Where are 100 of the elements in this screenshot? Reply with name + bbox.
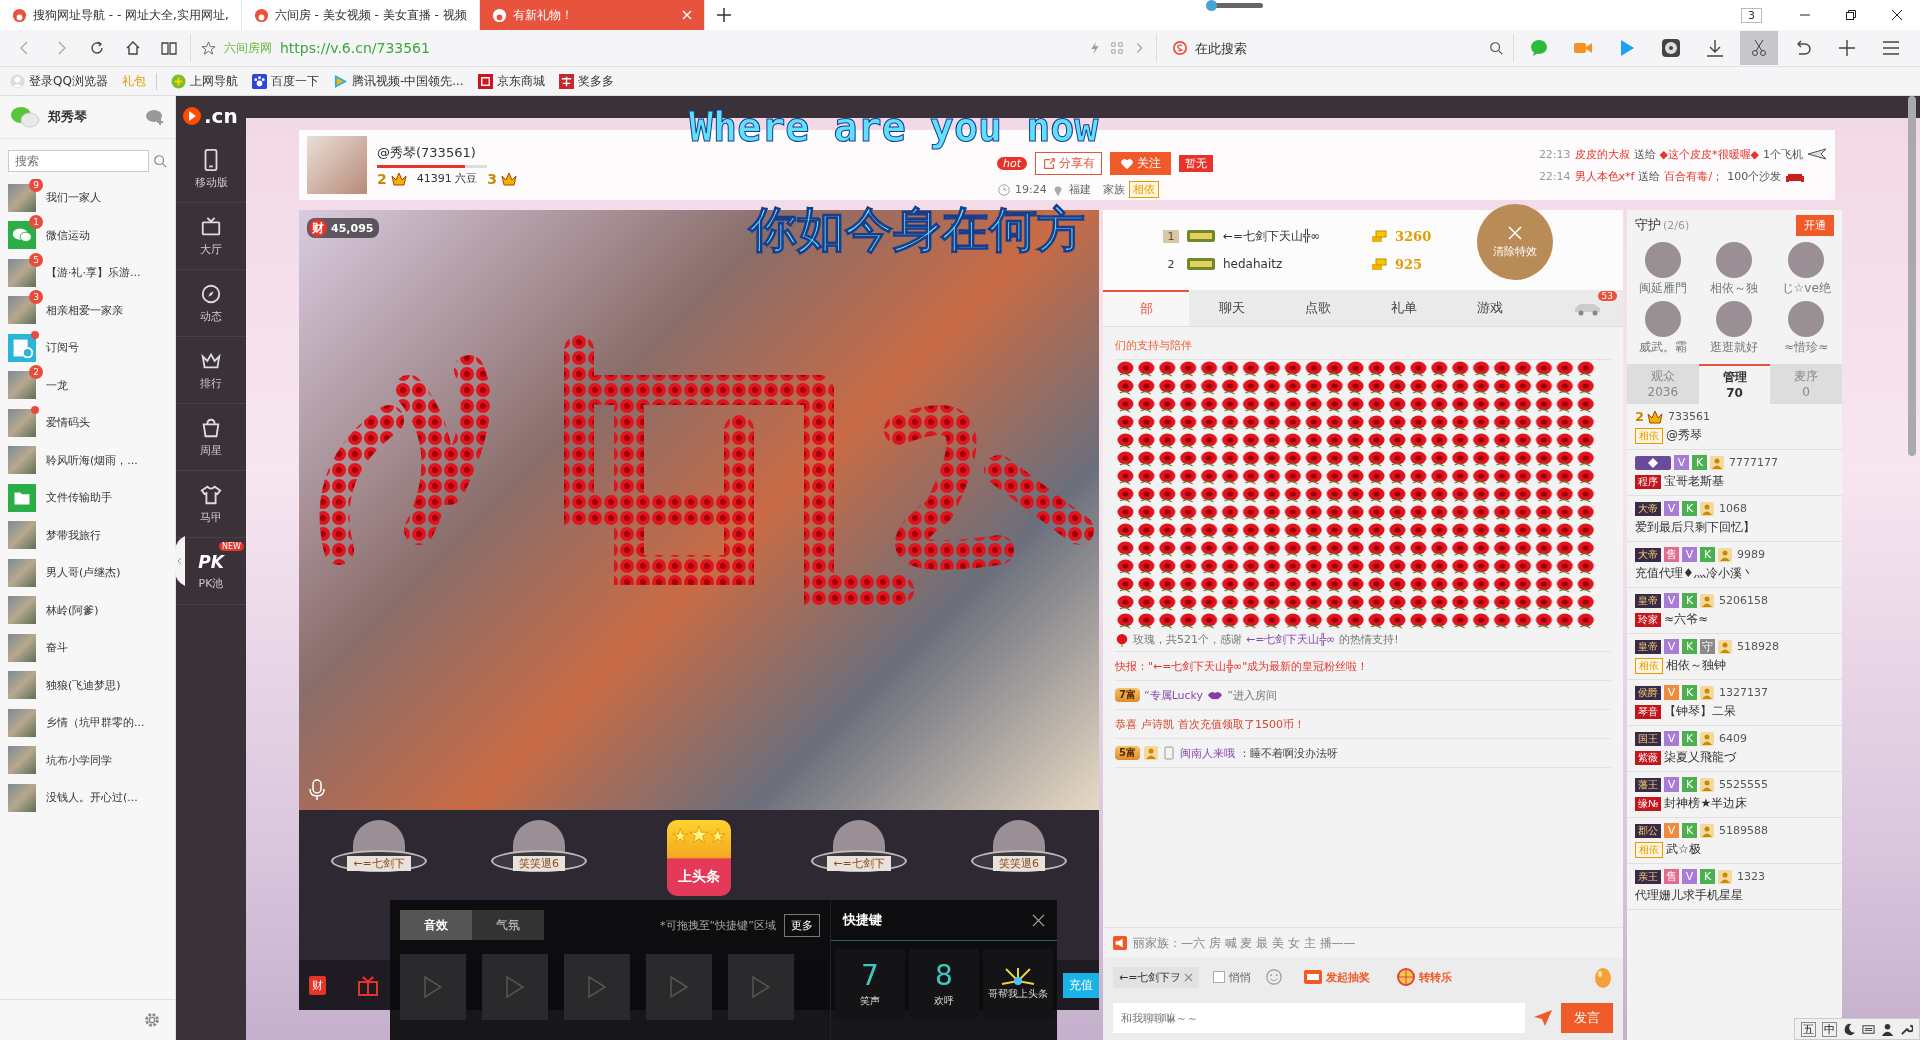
chat-list-item[interactable]: 没钱人。开心过(... [0, 779, 175, 817]
wealth-icon[interactable]: 财 [309, 975, 326, 995]
sound-tab[interactable]: 气氛 [472, 910, 544, 940]
chat-list-item[interactable]: 文件传输助手 [0, 479, 175, 517]
guard-member[interactable]: 相依～独 [1698, 242, 1771, 297]
chat-list-item[interactable]: 乡情（坑甲群零的... [0, 704, 175, 742]
input-mode-label[interactable]: 中 [1822, 1021, 1837, 1037]
home-icon[interactable] [125, 40, 141, 56]
reply-target-chip[interactable]: ←=七剑下ヲ [1113, 966, 1200, 988]
bookmark-link[interactable]: 百度一下 [251, 72, 319, 90]
chat-list-item[interactable]: 林岭(阿爹) [0, 591, 175, 629]
headline-button[interactable]: 上头条 [667, 820, 731, 896]
chat-list-item[interactable]: 9 我们一家人 [0, 179, 175, 217]
restore-icon[interactable] [1845, 9, 1857, 21]
more-button[interactable]: 更多 [784, 913, 820, 937]
chat-list-item[interactable]: 订阅号 [0, 329, 175, 367]
chat-list-item[interactable]: 独狼(飞迪梦思) [0, 666, 175, 704]
share-button[interactable]: 分享有 [1035, 152, 1102, 175]
chat-list-item[interactable]: 男人哥(卢继杰) [0, 554, 175, 592]
user-link[interactable]: 卢诗凯 [1141, 716, 1174, 732]
star-icon[interactable] [201, 40, 216, 56]
chat-list-item[interactable]: 1 微信运动 [0, 216, 175, 254]
receiver-link[interactable]: 百合有毒/； [1664, 168, 1724, 184]
moon-icon[interactable] [1843, 1022, 1856, 1036]
search-field[interactable]: 搜索 [8, 150, 149, 172]
chat-list-item[interactable]: 5 【游·礼·享】乐游... [0, 254, 175, 292]
chat-tab[interactable]: 游戏 [1447, 290, 1533, 326]
admin-list-item[interactable]: 大帝 V K 1068 爱到最后只剩下回忆】 [1627, 496, 1842, 542]
user-link[interactable]: ←=七剑下天山╬∞ [1223, 227, 1363, 245]
sound-tab[interactable]: 音效 [400, 910, 472, 940]
chat-list-item[interactable]: 坑布小学同学 [0, 741, 175, 779]
reload-icon[interactable] [89, 40, 105, 56]
sender-link[interactable]: 男人本色x*f [1574, 168, 1635, 184]
keyboard-icon[interactable] [1862, 1022, 1875, 1036]
chat-tab[interactable]: 部 [1103, 290, 1189, 326]
chat-input-field[interactable]: 和我聊聊嘛～～ [1113, 1003, 1525, 1033]
chat-tab[interactable]: 聊天 [1189, 290, 1275, 326]
microphone-icon[interactable] [307, 778, 327, 802]
user-link[interactable]: 闽南人来哦 [1179, 745, 1235, 761]
chat-list-item[interactable]: 聆风听海(烟雨，... [0, 441, 175, 479]
bookmark-link[interactable]: 京东商城 [477, 72, 545, 90]
chat-tab[interactable]: 礼单 [1361, 290, 1447, 326]
whisper-checkbox[interactable]: 悄悄 [1213, 969, 1252, 985]
guard-member[interactable]: 闽延雁門 [1627, 242, 1699, 297]
bookmark-link[interactable]: 登录QQ浏览器 [10, 72, 108, 90]
admin-list-item[interactable]: 郡公 V K 5189588 相依 武☆极 [1627, 818, 1842, 864]
search-engine-icon[interactable] [1173, 41, 1187, 55]
send-icon[interactable] [1533, 1009, 1553, 1027]
user-link[interactable]: “专属Lucky [1143, 687, 1204, 703]
guard-member[interactable]: ≈惜珍≈ [1770, 301, 1842, 356]
search-icon[interactable] [1489, 41, 1503, 55]
user-link[interactable]: hedahaitz [1223, 257, 1363, 271]
sound-tile[interactable] [564, 954, 630, 1020]
sound-tile[interactable] [646, 954, 712, 1020]
chat-list-item[interactable]: 爱情码头 [0, 404, 175, 442]
chat-list-item[interactable]: 梦带我旅行 [0, 516, 175, 554]
close-icon[interactable] [1032, 913, 1045, 927]
settings-icon[interactable] [143, 1011, 161, 1029]
book-icon[interactable] [161, 40, 177, 56]
window-count[interactable]: 3 [1741, 7, 1762, 23]
admin-list-item[interactable]: 国王 V K 6409 紫薇 柒夏乂飛龍づ [1627, 726, 1842, 772]
user-icon[interactable] [1881, 1022, 1894, 1036]
guard-member[interactable]: 威武。霸 [1627, 301, 1699, 356]
bookmark-link[interactable]: 腾讯视频-中国领先... [332, 72, 464, 90]
chat-list-item[interactable]: 3 相亲相爱一家亲 [0, 291, 175, 329]
emoji-icon[interactable] [1265, 968, 1284, 986]
zoom-slider[interactable] [1208, 2, 1264, 8]
search-icon[interactable] [153, 154, 167, 168]
chat-list-item[interactable]: 2 一龙 [0, 366, 175, 404]
admin-list-item[interactable]: 2 733561 相依 @秀琴 [1627, 404, 1842, 450]
wrench-icon[interactable] [1900, 1022, 1913, 1036]
guard-member[interactable]: 逛逛就好 [1698, 301, 1771, 356]
user-link[interactable]: ←=七剑下天山╬∞ [1246, 632, 1336, 647]
new-tab-icon[interactable] [716, 8, 731, 22]
browser-tab[interactable]: 有新礼物！ [479, 0, 705, 30]
chat-list-item[interactable]: 奋斗 [0, 629, 175, 667]
admin-list-item[interactable]: 亲王 售 V K 1323 代理姗儿求手机星星 [1627, 864, 1842, 910]
collapse-handle[interactable] [175, 536, 185, 586]
admin-list-item[interactable]: 侯爵 V K 1327137 琴音 【钟琴】二呆 [1627, 680, 1842, 726]
scrollbar[interactable] [1908, 96, 1916, 456]
sound-tile[interactable] [482, 954, 548, 1020]
sound-tile[interactable] [400, 954, 466, 1020]
sender-link[interactable]: 皮皮的大叔 [1574, 146, 1630, 162]
chat-tab[interactable]: 点歌 [1275, 290, 1361, 326]
bookmark-link[interactable]: 奖多多 [558, 72, 614, 90]
remove-icon[interactable] [1184, 972, 1194, 982]
sound-tile[interactable] [728, 954, 794, 1020]
admin-list-item[interactable]: V K 7777177 程序 宝哥老斯基 [1627, 450, 1842, 496]
admin-list-item[interactable]: 皇帝 V K 5206158 玲家 ≈六爷≈ [1627, 588, 1842, 634]
admin-list-item[interactable]: 皇帝 V K 守 518928 相依 相依～独钟 [1627, 634, 1842, 680]
input-mode-label[interactable]: 五 [1801, 1021, 1816, 1037]
admin-list-item[interactable]: 藩王 V K 5525555 缘№ 封神榜★半边床 [1627, 772, 1842, 818]
guard-member[interactable]: じ☆ve绝 [1770, 242, 1842, 297]
admin-list-item[interactable]: 大帝 售 V K 9989 充值代理♦灬冷小溪丶 [1627, 542, 1842, 588]
bookmark-link[interactable]: 上网导航 [170, 72, 238, 90]
scissors-icon[interactable] [1740, 31, 1778, 65]
close-icon[interactable] [1891, 9, 1903, 21]
receiver-link[interactable]: ◆这个皮皮*很暖喔◆ [1659, 146, 1759, 162]
new-chat-icon[interactable] [145, 108, 165, 126]
search-field[interactable]: 在此搜索 [1193, 39, 1483, 57]
